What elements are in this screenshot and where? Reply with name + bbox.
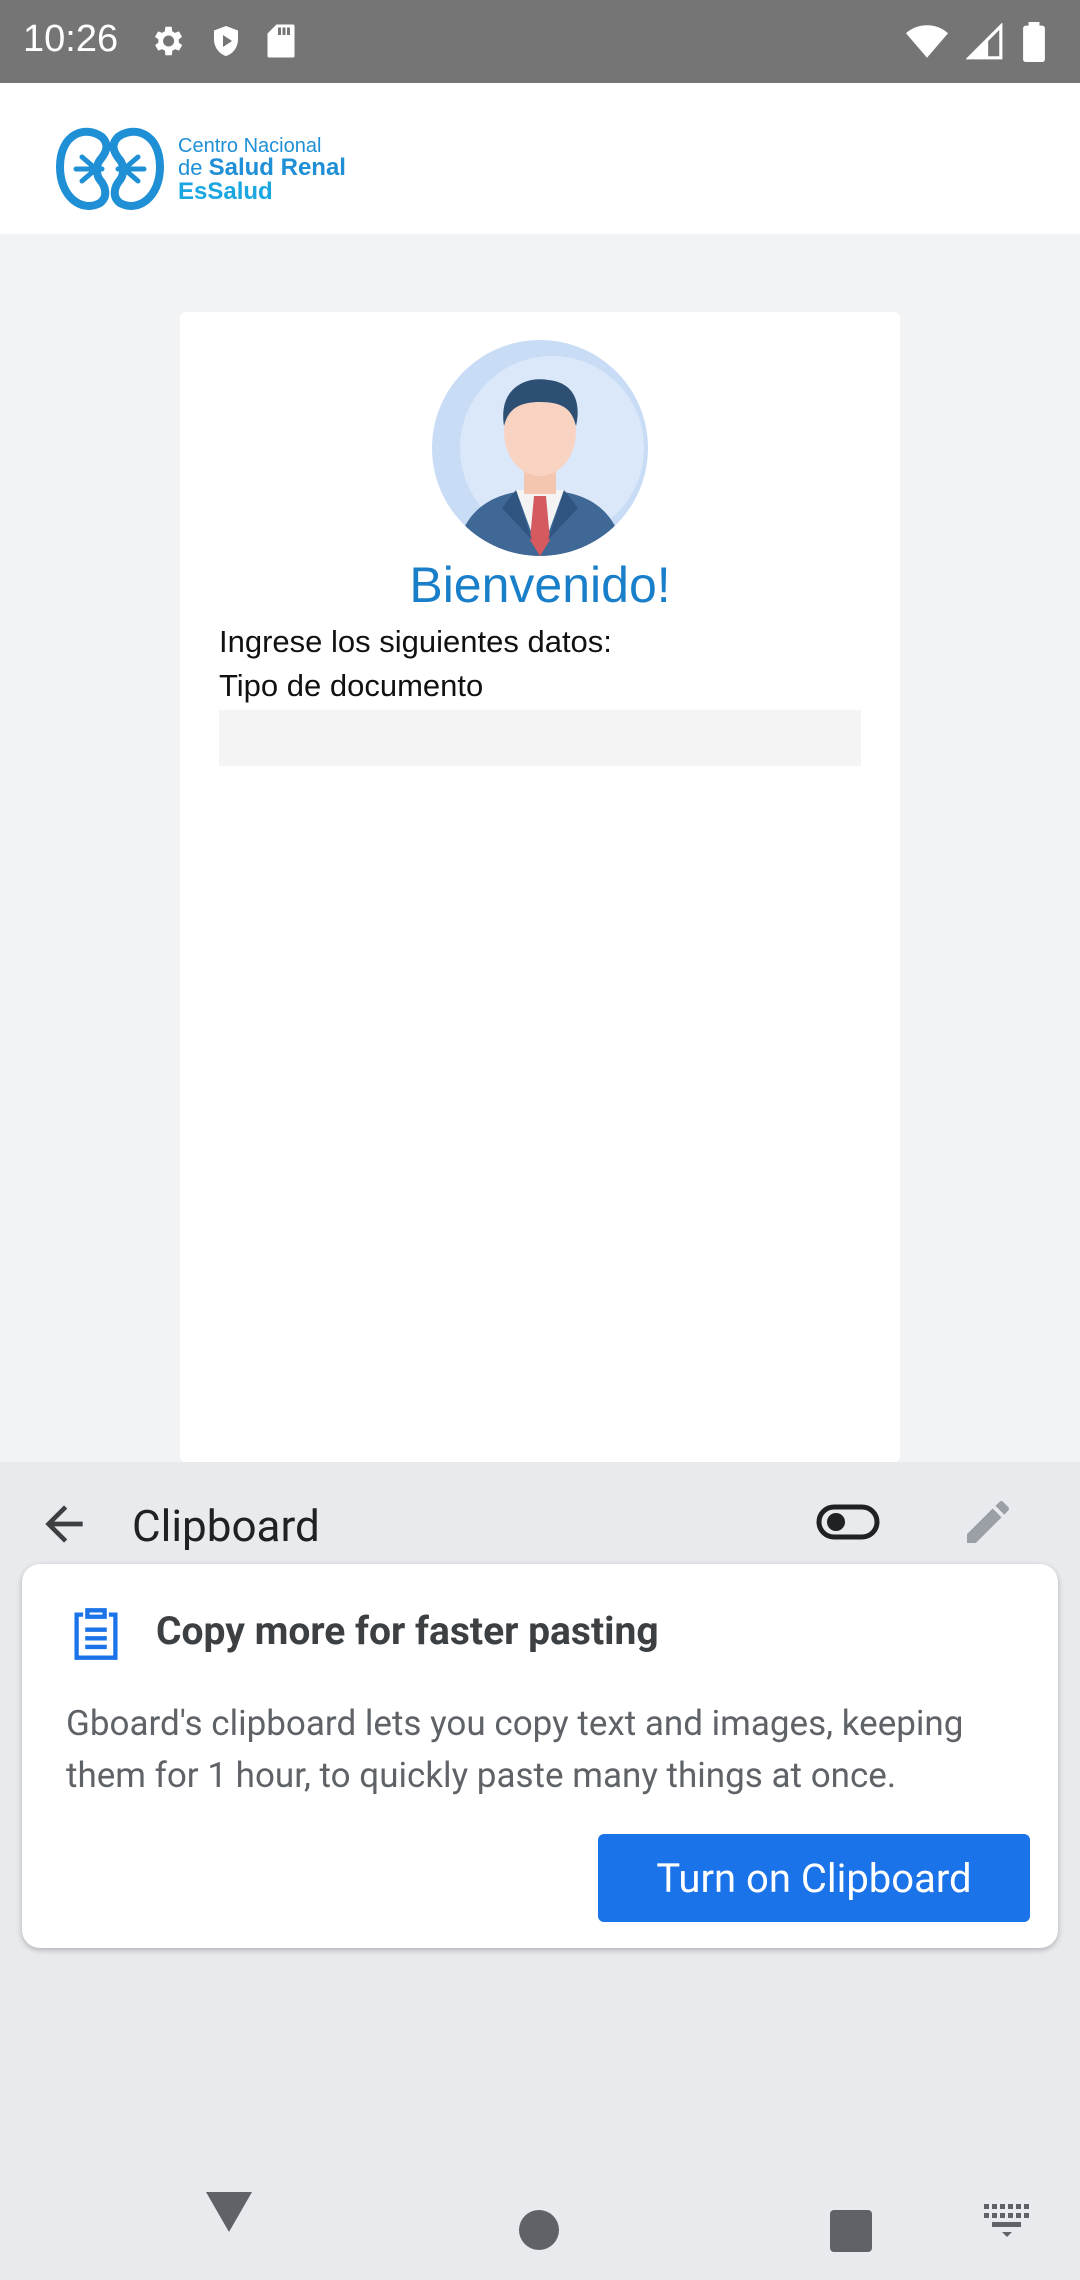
logo-line2-bold: Salud Renal (208, 154, 346, 181)
clipboard-icon (74, 1608, 118, 1660)
settings-icon (154, 26, 183, 56)
battery-icon (1023, 22, 1045, 62)
logo-text: Centro Nacional de Salud Renal EsSalud (178, 136, 346, 204)
welcome-heading: Bienvenido! (409, 557, 671, 613)
essalud-logo: Centro Nacional de Salud Renal EsSalud (56, 125, 346, 215)
clipboard-toggle-icon[interactable] (816, 1502, 880, 1542)
doc-type-select[interactable] (219, 710, 861, 766)
edit-pencil-icon[interactable] (960, 1494, 1016, 1550)
kidney-logo-icon (56, 127, 164, 210)
logo-line1: Centro Nacional (178, 135, 322, 157)
nav-back-icon[interactable] (204, 2190, 254, 2234)
logo-line2: de Salud Renal (178, 156, 346, 180)
play-protect-icon (214, 26, 238, 56)
status-icons-left (148, 22, 296, 60)
back-arrow-icon[interactable] (36, 1496, 92, 1552)
navigation-bar (0, 2160, 1080, 2280)
doc-type-label: Tipo de documento (219, 668, 484, 703)
cell-signal-icon (966, 23, 1003, 60)
status-time: 10:26 (23, 18, 119, 60)
logo-line3: EsSalud (178, 178, 273, 205)
user-avatar-icon (432, 340, 648, 556)
tooltip-body: Gboard's clipboard lets you copy text an… (66, 1703, 964, 1796)
nav-recents-icon[interactable] (830, 2210, 872, 2252)
tooltip-title: Copy more for faster pasting (156, 1608, 659, 1654)
status-icons-right (906, 22, 1046, 62)
wifi-icon (906, 25, 948, 58)
sd-card-icon (267, 24, 295, 58)
status-bar: 10:26 (0, 0, 1080, 83)
clipboard-tooltip: Copy more for faster pasting Gboard's cl… (22, 1564, 1058, 1948)
logo-line2-prefix: de (178, 155, 209, 180)
app-header: Centro Nacional de Salud Renal EsSalud (0, 83, 1080, 234)
login-card: Bienvenido! Ingrese los siguientes datos… (180, 312, 900, 1462)
clipboard-title: Clipboard (132, 1500, 320, 1552)
nav-home-icon[interactable] (519, 2210, 559, 2250)
instruction-text: Ingrese los siguientes datos: (219, 624, 612, 659)
turn-on-clipboard-button[interactable]: Turn on Clipboard (598, 1834, 1030, 1922)
keyboard-switch-icon[interactable] (984, 2204, 1030, 2238)
